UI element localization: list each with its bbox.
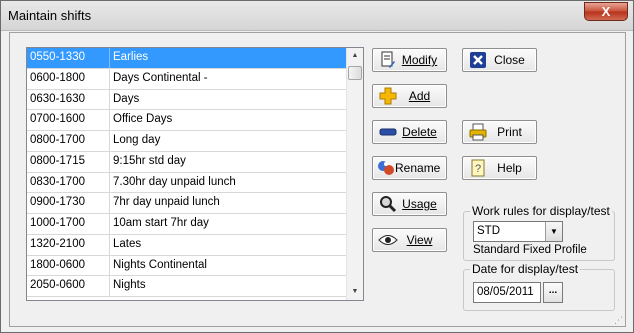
eye-icon — [377, 230, 399, 250]
shift-name: 7.30hr day unpaid lunch — [113, 175, 236, 188]
shift-code: 1800-0600 — [27, 255, 110, 276]
print-label: Print — [497, 125, 522, 139]
rename-label: Rename — [395, 161, 441, 175]
delete-label: Delete — [402, 125, 437, 139]
shift-row[interactable]: 0900-1730 7hr day unpaid lunch — [27, 193, 346, 214]
shift-name: 10am start 7hr day — [113, 217, 209, 229]
svg-text:?: ? — [475, 163, 481, 175]
view-label: View — [406, 233, 433, 247]
work-rules-description: Standard Fixed Profile — [473, 244, 587, 256]
window-title: Maintain shifts — [8, 8, 92, 23]
shift-row[interactable]: 0830-1700 7.30hr day unpaid lunch — [27, 172, 346, 194]
help-label: Help — [497, 161, 522, 175]
shift-row[interactable]: 0800-1700 Long day — [27, 131, 346, 152]
close-label: Close — [494, 53, 525, 67]
shift-name: Days — [113, 92, 140, 105]
shift-row[interactable]: 0550-1330 Earlies — [27, 48, 346, 69]
date-input[interactable]: 08/05/2011 — [473, 282, 541, 303]
scroll-down-button[interactable]: ▼ — [347, 284, 363, 300]
date-picker-button[interactable]: ... — [543, 282, 563, 303]
shift-code: 0550-1330 — [27, 48, 110, 68]
magnifier-icon — [377, 194, 399, 214]
shift-code: 2050-0600 — [27, 276, 110, 296]
chevron-down-icon[interactable]: ▼ — [545, 222, 562, 241]
date-group: Date for display/test 08/05/2011 ... — [463, 262, 615, 311]
shift-name: Earlies — [113, 51, 149, 63]
usage-button[interactable]: Usage — [372, 192, 447, 216]
view-button[interactable]: View — [372, 228, 447, 252]
scroll-thumb[interactable] — [348, 66, 362, 80]
help-button[interactable]: ? Help — [462, 156, 537, 180]
shift-code: 1320-2100 — [27, 234, 110, 255]
shift-code: 0900-1730 — [27, 193, 110, 213]
shift-name: Nights — [113, 279, 146, 292]
document-edit-icon — [377, 50, 399, 70]
shift-row[interactable]: 1000-1700 10am start 7hr day — [27, 214, 346, 235]
rename-button[interactable]: Rename — [372, 156, 447, 180]
scroll-up-button[interactable]: ▲ — [347, 48, 363, 64]
shift-row[interactable]: 1320-2100 Lates — [27, 234, 346, 256]
work-rules-value: STD — [477, 225, 500, 237]
shift-code: 0830-1700 — [27, 172, 110, 193]
print-button[interactable]: Print — [462, 120, 537, 144]
close-button[interactable]: Close — [462, 48, 537, 72]
shift-name: Lates — [113, 237, 142, 250]
add-label: Add — [408, 89, 431, 103]
shift-list-scrollbar[interactable]: ▲ ▼ — [346, 48, 363, 300]
shift-code: 1000-1700 — [27, 214, 110, 234]
work-rules-legend: Work rules for display/test — [470, 204, 612, 218]
maintain-shifts-window: Maintain shifts X 0550-1330 Earlies 0600-1… — [0, 0, 634, 333]
modify-button[interactable]: Modify — [372, 48, 447, 72]
shift-code: 0800-1700 — [27, 131, 110, 151]
work-rules-select[interactable]: STD ▼ — [473, 221, 563, 242]
shift-list-rows: 0550-1330 Earlies 0600-1800 Days Continenta… — [27, 48, 346, 297]
shift-row[interactable]: 0600-1800 Days Continental - — [27, 68, 346, 90]
printer-icon — [467, 122, 489, 142]
usage-label: Usage — [402, 197, 437, 211]
window-close-button[interactable]: X — [584, 2, 628, 21]
shift-name: Office Days — [113, 113, 173, 126]
work-rules-group: Work rules for display/test STD ▼ Standa… — [463, 204, 615, 261]
rename-icon — [377, 158, 395, 178]
shift-code: 0630-1630 — [27, 89, 110, 110]
help-book-icon: ? — [467, 158, 489, 178]
shift-name: 7hr day unpaid lunch — [113, 196, 220, 209]
shift-code: 0600-1800 — [27, 68, 110, 89]
shift-row[interactable]: 2050-0600 Nights — [27, 276, 346, 297]
shift-row[interactable]: 0630-1630 Days — [27, 89, 346, 111]
dialog-body: 0550-1330 Earlies 0600-1800 Days Continenta… — [9, 32, 626, 327]
date-legend: Date for display/test — [470, 262, 581, 276]
shift-row[interactable]: 1800-0600 Nights Continental — [27, 255, 346, 277]
resize-grip-icon[interactable]: ⋰ — [614, 315, 624, 325]
shift-name: Days Continental - — [113, 71, 208, 84]
shift-row[interactable]: 0800-1715 9:15hr std day — [27, 151, 346, 173]
plus-icon — [377, 86, 399, 106]
add-button[interactable]: Add — [372, 84, 447, 108]
shift-name: Long day — [113, 134, 161, 146]
close-dialog-icon — [467, 50, 489, 70]
shift-name: Nights Continental — [113, 258, 207, 271]
shift-name: 9:15hr std day — [113, 154, 186, 167]
shift-list[interactable]: 0550-1330 Earlies 0600-1800 Days Continenta… — [26, 47, 364, 301]
minus-icon — [377, 122, 399, 142]
shift-code: 0800-1715 — [27, 151, 110, 172]
shift-row[interactable]: 0700-1600 Office Days — [27, 110, 346, 131]
title-bar[interactable]: Maintain shifts X — [1, 1, 633, 31]
shift-code: 0700-1600 — [27, 110, 110, 130]
modify-label: Modify — [401, 53, 438, 67]
delete-button[interactable]: Delete — [372, 120, 447, 144]
